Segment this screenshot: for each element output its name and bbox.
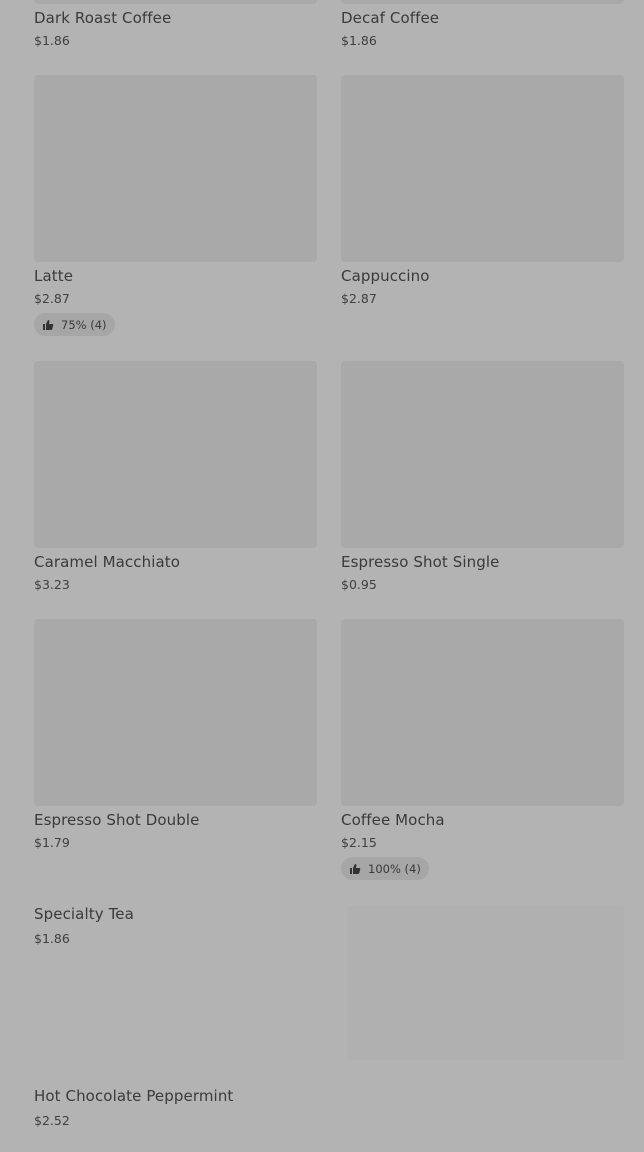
item-name: Decaf Coffee (341, 9, 440, 27)
item-image[interactable] (341, 361, 624, 548)
item-price: $1.86 (34, 33, 70, 48)
item-price: $2.87 (34, 291, 70, 306)
rating-badge: 75% (4) (34, 313, 115, 336)
item-name: Espresso Shot Single (341, 553, 500, 571)
item-image[interactable] (341, 75, 624, 262)
item-price: $3.23 (34, 577, 70, 592)
item-name: Cappuccino (341, 267, 430, 285)
item-name: Hot Chocolate Peppermint (34, 1087, 234, 1105)
item-image[interactable] (34, 0, 317, 4)
item-name: Coffee Mocha (341, 811, 445, 829)
item-name: Latte (34, 267, 74, 285)
item-image[interactable] (341, 0, 624, 4)
item-name: Espresso Shot Double (34, 811, 200, 829)
item-price: $1.79 (34, 835, 70, 850)
item-image[interactable] (34, 75, 317, 262)
item-name: Dark Roast Coffee (34, 9, 172, 27)
item-price: $0.95 (341, 577, 377, 592)
item-image[interactable] (347, 906, 624, 1060)
item-image[interactable] (34, 361, 317, 548)
item-price: $2.52 (34, 1113, 70, 1128)
rating-text: 100% (4) (368, 861, 421, 876)
rating-badge: 100% (4) (341, 857, 429, 880)
rating-text: 75% (4) (61, 317, 107, 332)
thumbs-up-icon (350, 863, 361, 874)
item-price: $2.87 (341, 291, 377, 306)
item-image[interactable] (341, 619, 624, 806)
item-image[interactable] (34, 619, 317, 806)
thumbs-up-icon (43, 319, 54, 330)
item-price: $2.15 (341, 835, 377, 850)
item-name: Caramel Macchiato (34, 553, 181, 571)
item-name: Specialty Tea (34, 905, 134, 923)
item-price: $1.86 (34, 931, 70, 946)
item-price: $1.86 (341, 33, 377, 48)
